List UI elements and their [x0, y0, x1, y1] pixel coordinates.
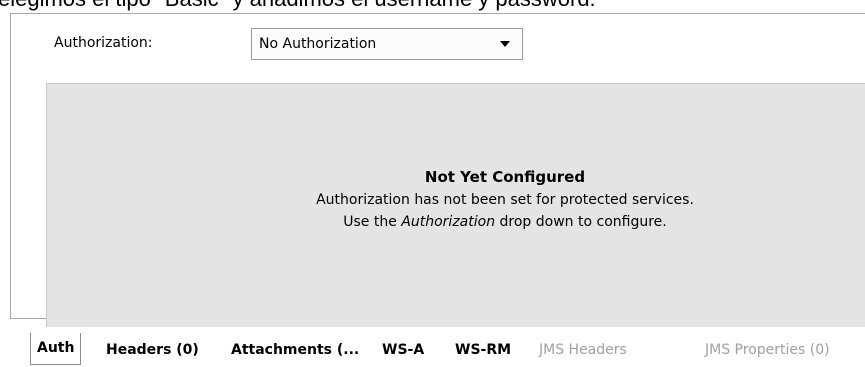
- authorization-label: Authorization:: [54, 35, 153, 51]
- tab-attachments[interactable]: Attachments (...: [231, 336, 359, 364]
- status-line-2-suffix: drop down to configure.: [495, 214, 667, 230]
- authorization-dropdown[interactable]: No Authorization: [251, 28, 523, 60]
- tab-bar: Auth Headers (0) Attachments (... WS-A W…: [0, 327, 865, 367]
- dropdown-arrow-icon[interactable]: [500, 41, 510, 47]
- tab-auth[interactable]: Auth: [30, 333, 82, 365]
- caption-text: elegimos el tipo "Basic" y añadimos el u…: [0, 0, 865, 12]
- status-title: Not Yet Configured: [424, 168, 586, 186]
- status-line-2-emphasis: Authorization: [401, 214, 496, 230]
- status-line-2: Use the Authorization drop down to confi…: [0, 214, 865, 230]
- status-line-2-prefix: Use the: [343, 214, 402, 230]
- tab-jms-properties: JMS Properties (0): [705, 342, 830, 358]
- tab-ws-rm[interactable]: WS-RM: [455, 336, 511, 364]
- tab-headers[interactable]: Headers (0): [106, 336, 199, 364]
- authorization-selected-value: No Authorization: [259, 36, 377, 52]
- tab-ws-a[interactable]: WS-A: [382, 336, 424, 364]
- tab-jms-headers: JMS Headers: [539, 342, 627, 358]
- status-line-1: Authorization has not been set for prote…: [316, 192, 694, 208]
